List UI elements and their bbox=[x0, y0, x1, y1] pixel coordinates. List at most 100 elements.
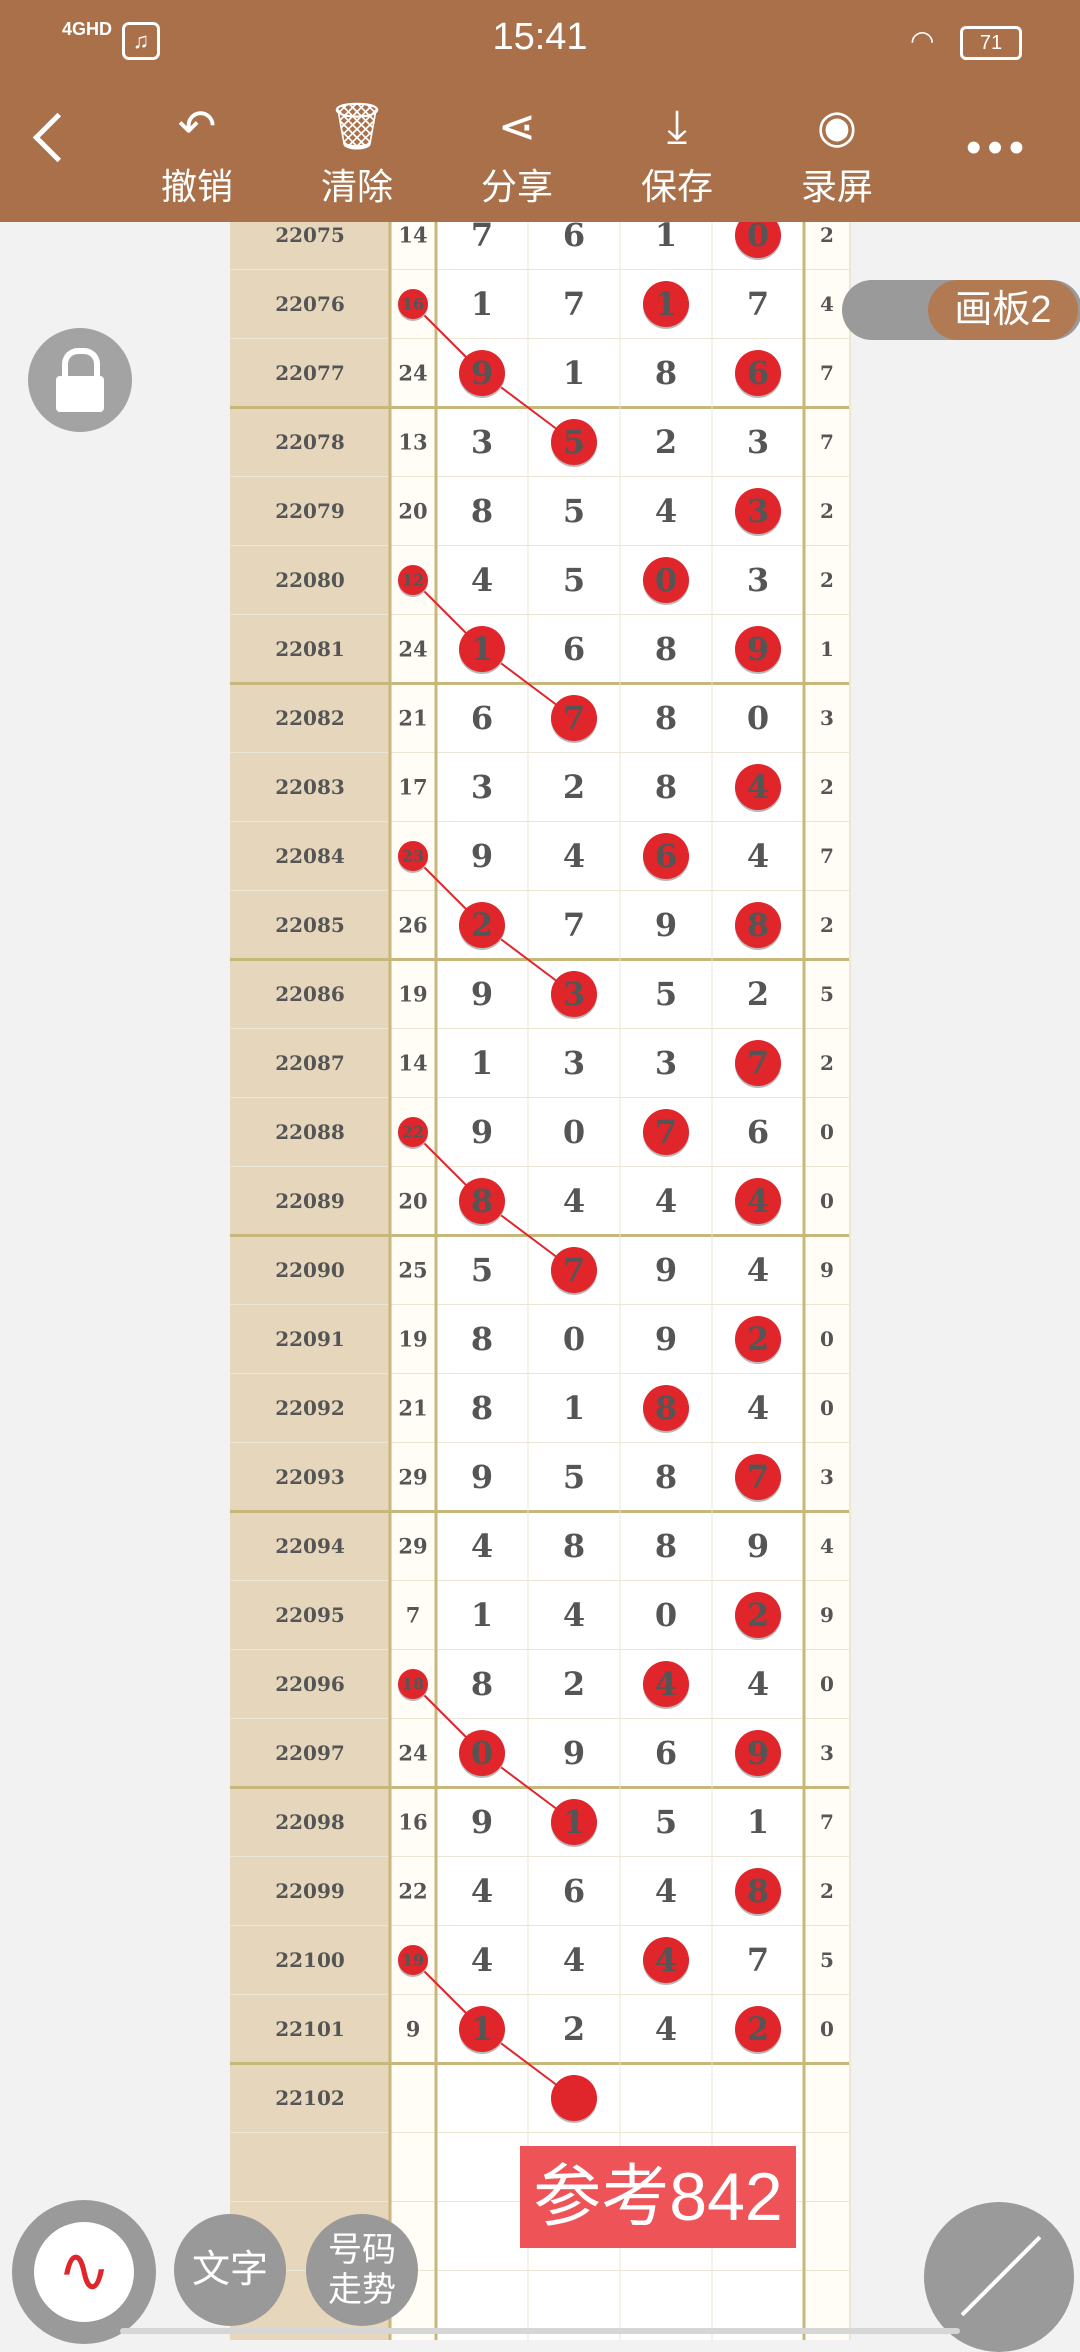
sum-cell: 12 bbox=[402, 571, 424, 590]
sum-cell: 13 bbox=[398, 430, 427, 455]
digit-cell: 1 bbox=[655, 222, 677, 254]
clear-button[interactable]: 🗑 清除 bbox=[292, 100, 422, 210]
digit-cell: 1 bbox=[471, 285, 493, 323]
period-cell: 22090 bbox=[275, 1258, 345, 1282]
sum-cell: 26 bbox=[398, 913, 427, 938]
digit-cell: 6 bbox=[655, 837, 677, 875]
last-cell: 0 bbox=[820, 1396, 834, 1420]
period-cell: 22099 bbox=[275, 1879, 345, 1903]
undo-button[interactable]: ↶ 撤销 bbox=[132, 100, 262, 210]
text-tool-button[interactable]: 文字 bbox=[174, 2214, 286, 2326]
sum-cell: 19 bbox=[402, 1951, 424, 1970]
line-icon bbox=[960, 2235, 1042, 2317]
digit-cell: 2 bbox=[563, 1665, 585, 1703]
last-cell: 2 bbox=[820, 223, 834, 247]
digit-cell: 0 bbox=[747, 222, 769, 254]
digit-cell: 4 bbox=[471, 561, 493, 599]
digit-cell: 2 bbox=[747, 975, 769, 1013]
period-cell: 22101 bbox=[275, 2017, 345, 2041]
digit-cell: 2 bbox=[563, 2010, 585, 2048]
digit-cell: 9 bbox=[471, 1113, 493, 1151]
period-cell: 22089 bbox=[275, 1189, 345, 1213]
last-cell: 1 bbox=[820, 637, 834, 661]
record-icon: ◉ bbox=[816, 100, 858, 152]
digit-cell: 5 bbox=[655, 975, 677, 1013]
digit-cell: 3 bbox=[747, 492, 769, 530]
period-cell: 22080 bbox=[275, 568, 345, 592]
digit-cell: 4 bbox=[747, 1251, 769, 1289]
period-cell: 22076 bbox=[275, 292, 345, 316]
digit-cell: 3 bbox=[563, 1044, 585, 1082]
last-cell: 2 bbox=[820, 913, 834, 937]
last-cell: 7 bbox=[820, 430, 834, 454]
digit-cell: 5 bbox=[563, 492, 585, 530]
battery-icon: 71 bbox=[960, 26, 1022, 60]
digit-cell: 7 bbox=[747, 1458, 769, 1496]
number-trend-button[interactable]: 号码 走势 bbox=[306, 2214, 418, 2326]
digit-cell: 4 bbox=[747, 1389, 769, 1427]
sum-cell: 14 bbox=[398, 223, 427, 248]
digit-cell: 8 bbox=[471, 1182, 493, 1220]
last-cell: 2 bbox=[820, 568, 834, 592]
last-cell: 2 bbox=[820, 499, 834, 523]
reference-note: 参考842 bbox=[520, 2146, 796, 2248]
digit-cell: 1 bbox=[655, 285, 677, 323]
last-cell: 0 bbox=[820, 1189, 834, 1213]
last-cell: 7 bbox=[820, 1810, 834, 1834]
record-label: 录屏 bbox=[800, 166, 873, 207]
sum-cell: 29 bbox=[398, 1465, 427, 1490]
digit-cell: 8 bbox=[655, 630, 677, 668]
digit-cell: 5 bbox=[563, 423, 585, 461]
save-button[interactable]: ⤓ 保存 bbox=[612, 100, 742, 210]
next-prediction-dot bbox=[551, 2075, 597, 2121]
sum-cell: 23 bbox=[402, 847, 424, 866]
sum-cell: 7 bbox=[406, 1603, 421, 1628]
last-cell: 5 bbox=[820, 982, 834, 1006]
digit-cell: 1 bbox=[471, 2010, 493, 2048]
trend-chart[interactable]: 22075 14 7 6 1 0 2 22076 16 1 7 1 7 4 22077 24 9 1 8 6 7 2207… bbox=[0, 222, 1080, 2340]
share-label: 分享 bbox=[480, 166, 553, 207]
digit-cell: 4 bbox=[563, 837, 585, 875]
period-cell: 22093 bbox=[275, 1465, 345, 1489]
undo-icon: ↶ bbox=[177, 100, 217, 152]
digit-cell: 0 bbox=[747, 699, 769, 737]
last-cell: 4 bbox=[820, 292, 834, 316]
digit-cell: 4 bbox=[747, 768, 769, 806]
digit-cell: 6 bbox=[655, 1734, 677, 1772]
digit-cell: 8 bbox=[471, 492, 493, 530]
period-cell: 22078 bbox=[275, 430, 345, 454]
digit-cell: 1 bbox=[747, 1803, 769, 1841]
last-cell: 2 bbox=[820, 1051, 834, 1075]
share-button[interactable]: ⋖ 分享 bbox=[452, 100, 582, 210]
pen-tool-button[interactable]: ∿ bbox=[12, 2200, 156, 2344]
back-icon[interactable] bbox=[32, 112, 83, 163]
sum-cell: 22 bbox=[398, 1879, 427, 1904]
digit-cell: 4 bbox=[655, 1665, 677, 1703]
digit-cell: 1 bbox=[563, 1389, 585, 1427]
last-cell: 2 bbox=[820, 1879, 834, 1903]
digit-cell: 7 bbox=[563, 699, 585, 737]
period-cell: 22100 bbox=[275, 1948, 345, 1972]
wave-icon: ∿ bbox=[34, 2222, 134, 2322]
more-icon[interactable]: ••• bbox=[966, 126, 1030, 170]
period-cell: 22082 bbox=[275, 706, 345, 730]
digit-cell: 3 bbox=[747, 423, 769, 461]
digit-cell: 2 bbox=[563, 768, 585, 806]
digit-cell: 7 bbox=[747, 1941, 769, 1979]
board-label[interactable]: 画板2 bbox=[928, 280, 1078, 340]
digit-cell: 8 bbox=[655, 354, 677, 392]
digit-cell: 9 bbox=[471, 1803, 493, 1841]
period-cell: 22088 bbox=[275, 1120, 345, 1144]
period-cell: 22094 bbox=[275, 1534, 345, 1558]
digit-cell: 0 bbox=[655, 561, 677, 599]
digit-cell: 9 bbox=[655, 1320, 677, 1358]
sum-cell: 24 bbox=[398, 637, 427, 662]
digit-cell: 6 bbox=[563, 1872, 585, 1910]
sum-cell: 22 bbox=[402, 1123, 424, 1142]
digit-cell: 3 bbox=[655, 1044, 677, 1082]
sum-cell: 29 bbox=[398, 1534, 427, 1559]
digit-cell: 5 bbox=[471, 1251, 493, 1289]
lock-button[interactable] bbox=[28, 328, 132, 432]
record-button[interactable]: ◉ 录屏 bbox=[772, 100, 902, 210]
sum-cell: 9 bbox=[406, 2017, 421, 2042]
